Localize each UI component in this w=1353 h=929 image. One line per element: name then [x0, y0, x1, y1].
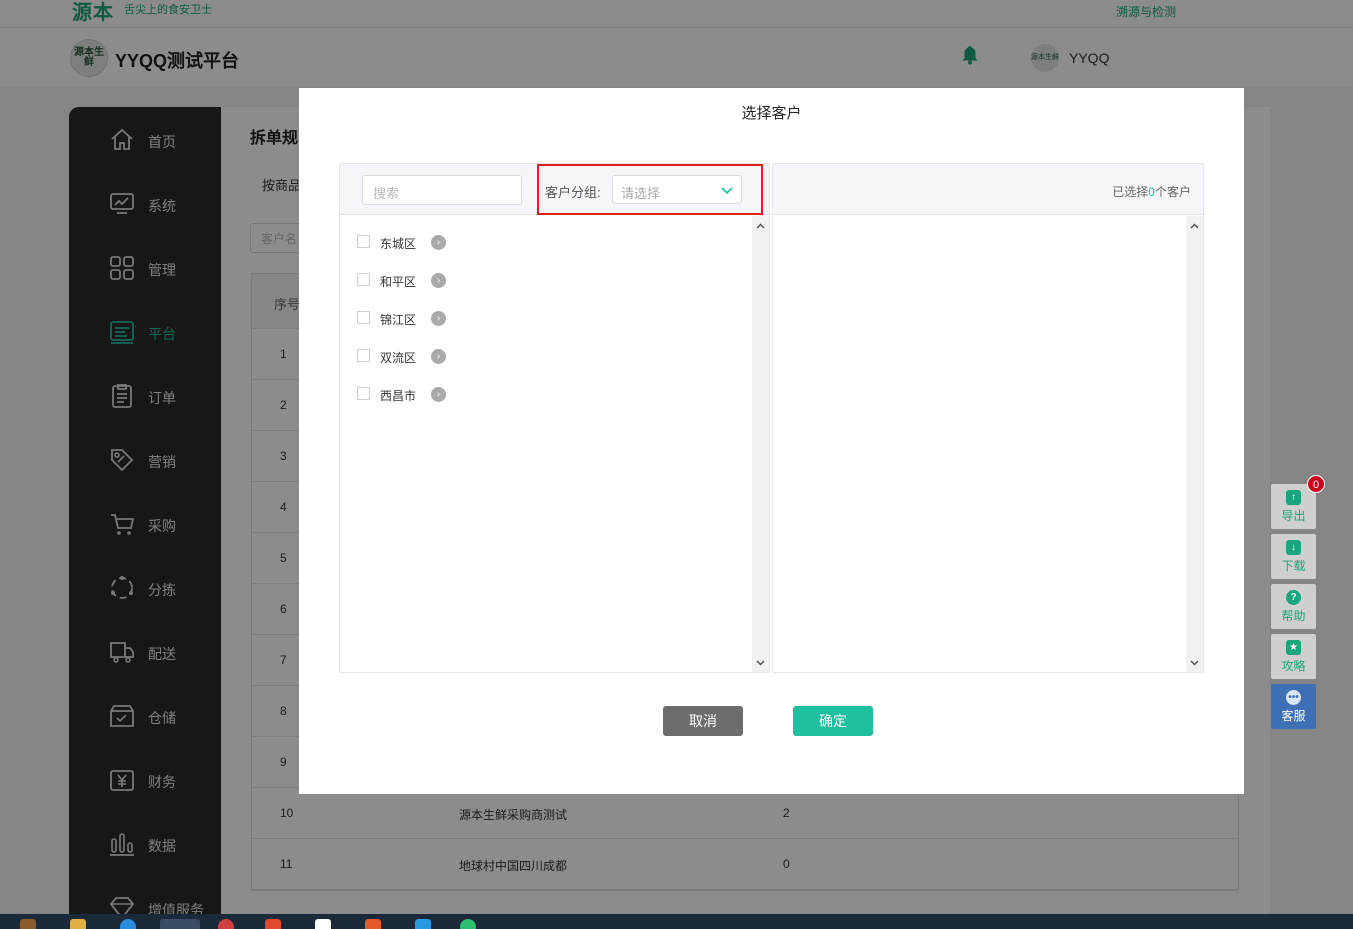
export-label: 导出 [1281, 508, 1306, 523]
taskbar-app-icon[interactable] [20, 919, 36, 929]
upload-icon: ↑ [1286, 489, 1301, 505]
customer-group-label: 客户分组: [545, 185, 601, 200]
region-checkbox[interactable] [357, 311, 370, 324]
selected-scrollbar[interactable] [1186, 216, 1203, 672]
wechat-icon[interactable] [460, 919, 476, 929]
chevron-down-icon[interactable] [1190, 658, 1199, 667]
cancel-button[interactable]: 取消 [663, 706, 743, 736]
chevron-down-icon [721, 187, 733, 195]
region-checkbox[interactable] [357, 273, 370, 286]
guide-button[interactable]: ★ 攻略 [1271, 634, 1316, 679]
tree-item-shuangliu: 双流区 › [357, 346, 477, 366]
expand-arrow-icon[interactable]: › [431, 235, 446, 250]
guide-label: 攻略 [1281, 658, 1306, 673]
taskbar-app-icon[interactable] [315, 919, 331, 929]
taskbar-app-icon[interactable] [415, 919, 431, 929]
chevron-up-icon[interactable] [1190, 222, 1199, 231]
tree-item-heping: 和平区 › [357, 270, 477, 290]
customer-group-highlight: 客户分组: 请选择 [537, 164, 763, 215]
selected-suffix: 个客户 [1154, 185, 1191, 199]
tree-item-jinjiang: 锦江区 › [357, 308, 477, 328]
chrome-icon[interactable] [218, 919, 234, 929]
tree-item-dongcheng: 东城区 › [357, 232, 477, 252]
taskbar-active-app[interactable] [160, 919, 200, 929]
region-label: 东城区 [380, 237, 417, 251]
region-label: 和平区 [380, 275, 417, 289]
help-label: 帮助 [1281, 608, 1306, 623]
taskbar-app-icon[interactable] [365, 919, 381, 929]
customer-source-panel: 搜索 客户分组: 请选择 东城区 › 和平区 › 锦江区 › 双流区 › 西昌市… [339, 163, 770, 673]
expand-arrow-icon[interactable]: › [431, 349, 446, 364]
source-scrollbar[interactable] [752, 216, 769, 672]
bookmark-icon: ★ [1286, 639, 1301, 655]
cloud-download-icon: ↓ [1286, 539, 1301, 555]
service-label: 客服 [1281, 708, 1306, 723]
expand-arrow-icon[interactable]: › [431, 273, 446, 288]
search-input[interactable]: 搜索 [362, 175, 522, 205]
region-checkbox[interactable] [357, 387, 370, 400]
region-label: 锦江区 [380, 313, 417, 327]
download-label: 下载 [1281, 558, 1306, 573]
os-taskbar [0, 914, 1353, 929]
selected-count: 0 [1148, 185, 1155, 199]
select-customer-dialog: 选择客户 搜索 客户分组: 请选择 东城区 › 和平区 › 锦江区 › 双流区 … [299, 88, 1244, 794]
browser-icon[interactable] [120, 919, 136, 929]
help-button[interactable]: ? 帮助 [1271, 584, 1316, 629]
taskbar-app-icon[interactable] [265, 919, 281, 929]
expand-arrow-icon[interactable]: › [431, 387, 446, 402]
region-label: 双流区 [380, 351, 417, 365]
selected-count-text: 已选择0个客户 [1112, 183, 1191, 200]
region-tree: 东城区 › 和平区 › 锦江区 › 双流区 › 西昌市 › [340, 216, 752, 672]
source-panel-header: 搜索 客户分组: 请选择 [340, 164, 769, 215]
export-button[interactable]: ↑ 导出 0 [1271, 475, 1325, 529]
chevron-up-icon[interactable] [756, 222, 765, 231]
selected-prefix: 已选择 [1112, 185, 1149, 199]
dialog-title: 选择客户 [741, 105, 802, 122]
tree-item-xichang: 西昌市 › [357, 384, 477, 404]
chevron-down-icon[interactable] [756, 658, 765, 667]
group-select-placeholder: 请选择 [621, 186, 661, 201]
selected-panel-header: 已选择0个客户 [773, 164, 1203, 215]
folder-icon[interactable] [70, 919, 86, 929]
selected-customers-panel: 已选择0个客户 [772, 163, 1204, 673]
question-icon: ? [1286, 589, 1301, 605]
region-checkbox[interactable] [357, 349, 370, 362]
region-checkbox[interactable] [357, 235, 370, 248]
floating-toolbar: ↑ 导出 0 ↓ 下载 ? 帮助 ★ 攻略 ••• 客服 [1271, 475, 1325, 734]
region-label: 西昌市 [380, 389, 417, 403]
customer-service-button[interactable]: ••• 客服 [1271, 684, 1316, 729]
customer-group-select[interactable]: 请选择 [612, 175, 742, 204]
chat-icon: ••• [1286, 689, 1301, 705]
export-count-badge: 0 [1307, 475, 1325, 493]
download-button[interactable]: ↓ 下载 [1271, 534, 1316, 579]
expand-arrow-icon[interactable]: › [431, 311, 446, 326]
confirm-button[interactable]: 确定 [793, 706, 873, 736]
